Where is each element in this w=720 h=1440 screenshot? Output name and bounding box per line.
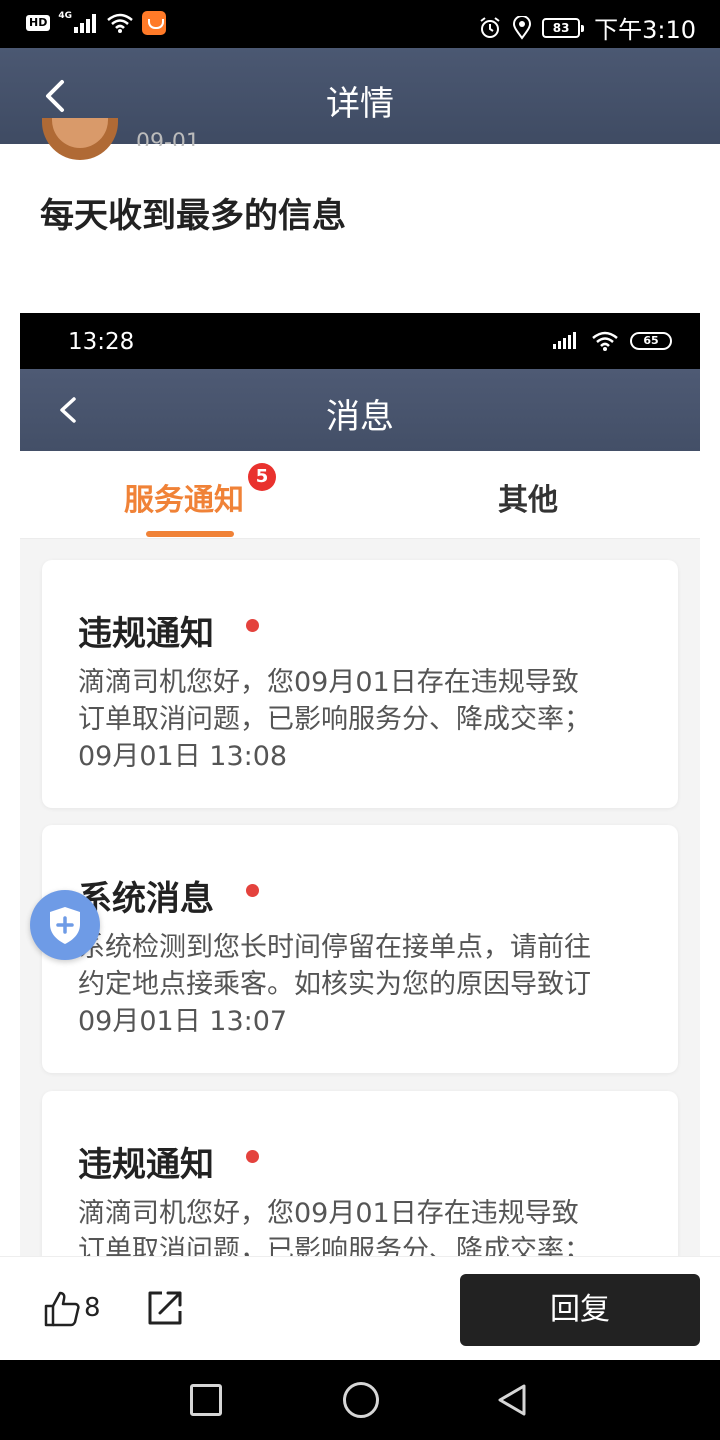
card-line: 约定地点接乘客。如核实为您的原因导致订: [78, 969, 591, 1000]
system-nav-bar: [0, 1360, 720, 1440]
share-icon[interactable]: [146, 1289, 184, 1327]
card-time: 09月01日 13:07: [78, 1006, 288, 1037]
like-count: 8: [84, 1293, 101, 1323]
location-icon: [513, 15, 532, 40]
signal-icon: [553, 332, 576, 349]
image-app-bar: 消息: [20, 369, 700, 451]
card-body: 滴滴司机您好，您09月01日存在违规导致 订单取消问题，已影响服务分、降成交率；…: [78, 664, 658, 775]
unread-dot: [246, 619, 259, 632]
alarm-icon: [480, 16, 500, 38]
card-line: 滴滴司机您好，您09月01日存在违规导致: [78, 1198, 579, 1229]
status-bar: HD 4G 83 下午3:10: [0, 0, 720, 48]
card-line: 订单取消问题，已影响服务分、降成交率；: [78, 704, 591, 735]
signal-icon: 4G: [58, 11, 98, 35]
post-date: 09-01: [136, 132, 200, 146]
card-title: 违规通知: [78, 1146, 214, 1184]
battery-icon: 83: [542, 17, 585, 38]
post-title: 每天收到最多的信息: [40, 197, 346, 235]
card-title: 违规通知: [78, 615, 214, 653]
message-card: 系统消息 系统检测到您长时间停留在接单点，请前往 约定地点接乘客。如核实为您的原…: [42, 825, 678, 1073]
image-status-bar: 13:28 65: [20, 313, 700, 369]
thumbs-up-icon[interactable]: [42, 1289, 82, 1329]
tab-bar: 服务通知 5 其他: [20, 451, 700, 539]
status-time: 下午3:10: [594, 16, 696, 44]
back-icon[interactable]: [494, 1382, 530, 1418]
tab-service-notice: 服务通知: [124, 483, 244, 518]
active-tab-indicator: [146, 531, 234, 537]
card-body: 滴滴司机您好，您09月01日存在违规导致 订单取消问题，已影响服务分、降成交率；: [78, 1195, 658, 1263]
safety-shield-button[interactable]: [30, 890, 100, 960]
message-card: 违规通知 滴滴司机您好，您09月01日存在违规导致 订单取消问题，已影响服务分、…: [42, 1091, 678, 1263]
image-status-time: 13:28: [68, 329, 135, 355]
action-bar: 8 回复: [0, 1256, 720, 1360]
unread-dot: [246, 1150, 259, 1163]
tab-other: 其他: [498, 483, 558, 518]
hd-icon: HD: [26, 15, 51, 31]
unread-dot: [246, 884, 259, 897]
card-line: 系统检测到您长时间停留在接单点，请前往: [78, 932, 591, 963]
recent-apps-icon[interactable]: [190, 1384, 222, 1416]
card-time: 09月01日 13:08: [78, 741, 288, 772]
battery-icon: 65: [630, 332, 672, 350]
post-image[interactable]: 13:28 65 消息 服务通知 5 其他 违规通知 滴滴司机您好，您09月01…: [20, 313, 700, 1263]
message-card: 违规通知 滴滴司机您好，您09月01日存在违规导致 订单取消问题，已影响服务分、…: [42, 560, 678, 808]
home-icon[interactable]: [343, 1382, 379, 1418]
reply-button[interactable]: 回复: [460, 1274, 700, 1346]
wifi-icon: [592, 331, 618, 351]
unread-badge: 5: [248, 463, 276, 491]
shield-icon: [50, 907, 80, 944]
avatar[interactable]: [42, 118, 118, 160]
card-body: 系统检测到您长时间停留在接单点，请前往 约定地点接乘客。如核实为您的原因导致订 …: [78, 929, 658, 1040]
card-line: 滴滴司机您好，您09月01日存在违规导致: [78, 667, 579, 698]
image-title: 消息: [326, 397, 394, 437]
didi-app-icon: [142, 11, 167, 35]
wifi-icon: [107, 13, 134, 33]
